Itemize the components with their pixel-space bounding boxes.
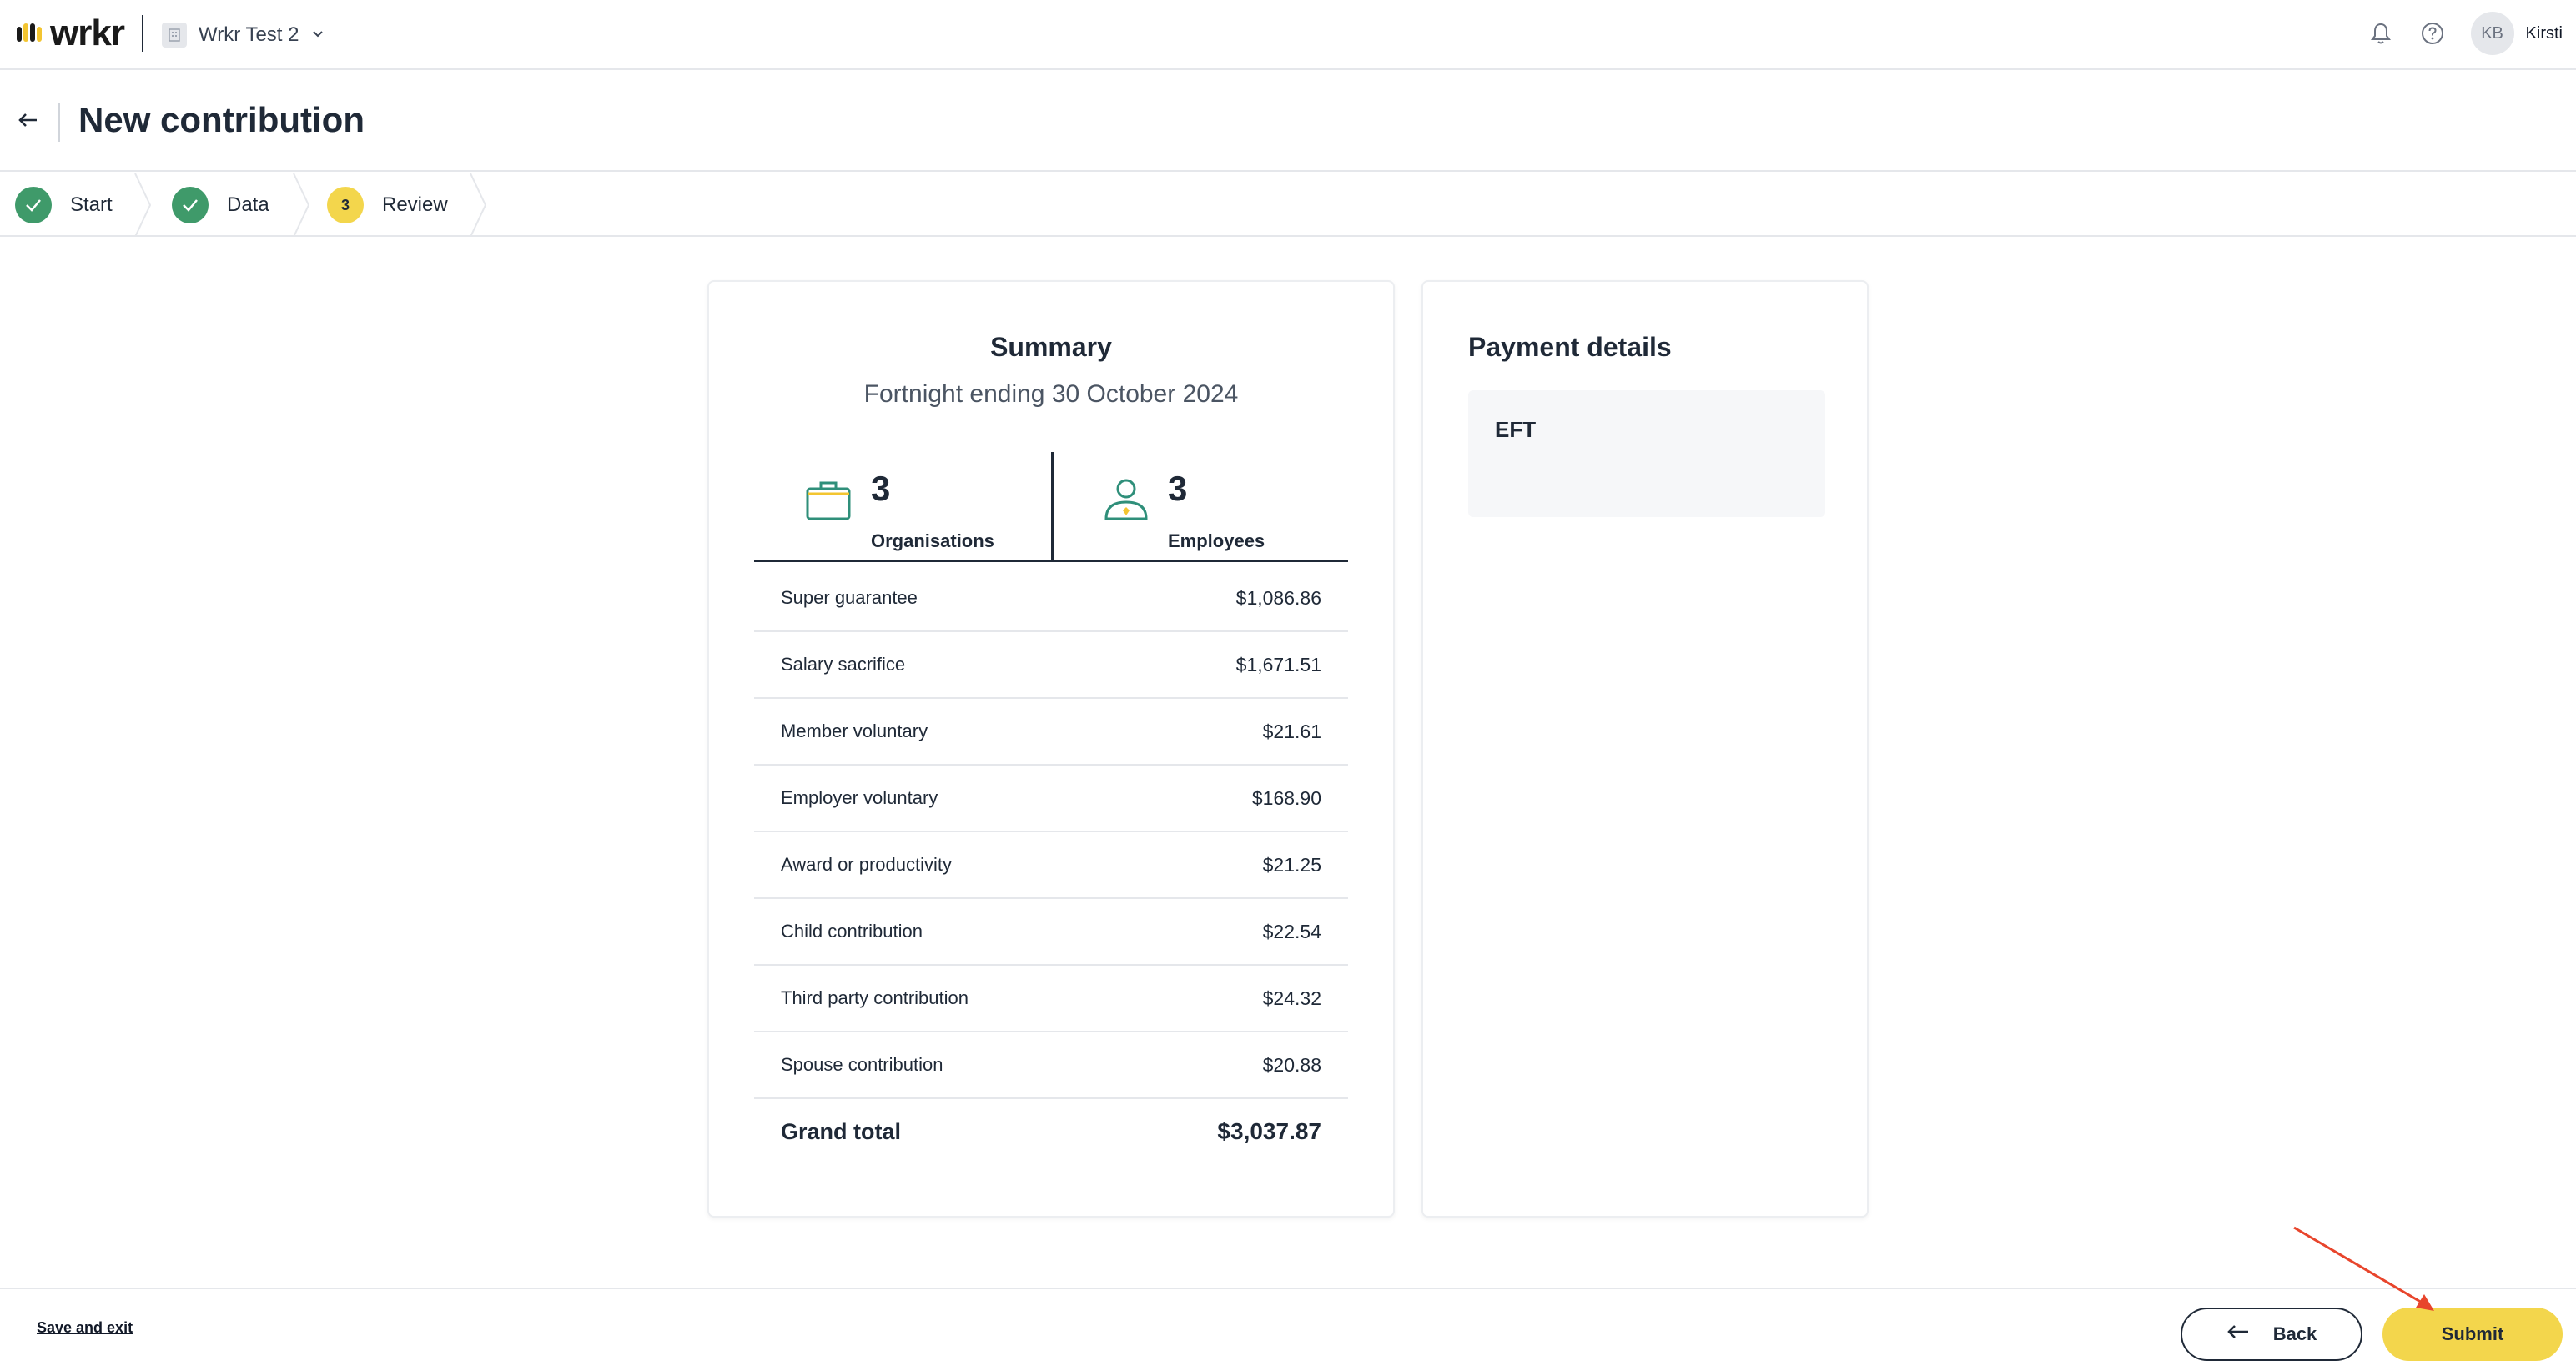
row-label: Award or productivity	[781, 854, 953, 875]
employees-label: Employees	[1168, 530, 1265, 551]
summary-period: Fortnight ending 30 October 2024	[863, 380, 1239, 408]
step-number: 3	[327, 187, 364, 223]
submit-button[interactable]: Submit	[2382, 1308, 2563, 1361]
step-start[interactable]: Start	[15, 173, 113, 237]
back-arrow-icon[interactable]	[15, 107, 42, 133]
row-label: Member voluntary	[781, 721, 928, 741]
check-icon	[172, 187, 209, 223]
organisations-count: 3	[871, 469, 891, 508]
table-row: Spouse contribution $20.88	[754, 1032, 1348, 1099]
workspace-switcher[interactable]: Wrkr Test 2	[162, 18, 325, 52]
row-amount: $21.25	[1262, 853, 1321, 876]
row-amount: $20.88	[1262, 1053, 1321, 1076]
row-label: Super guarantee	[781, 587, 918, 608]
top-bar: wrkr Wrkr Test 2 KB Kirsti	[0, 0, 2576, 70]
logo-text: wrkr	[50, 13, 125, 53]
table-row: Member voluntary $21.61	[754, 699, 1348, 766]
chevron-down-icon	[310, 26, 325, 45]
grand-total-row: Grand total $3,037.87	[754, 1099, 1348, 1164]
stepper: Start Data 3 Review	[0, 173, 2576, 237]
back-button-label: Back	[2272, 1323, 2317, 1344]
grand-total-label: Grand total	[781, 1118, 902, 1144]
row-amount: $24.32	[1262, 987, 1321, 1009]
row-amount: $21.61	[1262, 720, 1321, 742]
table-row: Award or productivity $21.25	[754, 832, 1348, 899]
save-and-exit-link[interactable]: Save and exit	[37, 1319, 133, 1337]
step-review[interactable]: 3 Review	[327, 173, 448, 237]
header-divider	[58, 103, 60, 142]
row-amount: $1,086.86	[1235, 586, 1321, 609]
step-separator	[470, 173, 487, 237]
employee-icon	[1101, 475, 1151, 525]
table-row: Super guarantee $1,086.86	[754, 565, 1348, 632]
step-label: Review	[382, 193, 448, 216]
bee-logo-icon	[15, 18, 45, 48]
avatar[interactable]: KB	[2470, 12, 2514, 55]
summary-card: Summary Fortnight ending 30 October 2024…	[707, 280, 1395, 1218]
step-separator	[293, 173, 310, 237]
page-title: New contribution	[78, 100, 365, 139]
table-row: Third party contribution $24.32	[754, 966, 1348, 1032]
summary-title: Summary	[990, 332, 1112, 362]
organisations-label: Organisations	[871, 530, 994, 551]
row-amount: $168.90	[1251, 786, 1321, 809]
step-data[interactable]: Data	[172, 173, 269, 237]
payment-method-box: EFT	[1468, 390, 1825, 517]
table-row: Salary sacrifice $1,671.51	[754, 632, 1348, 699]
summary-stats: 3 Organisations 3 Employees	[754, 452, 1348, 562]
wrkr-logo[interactable]: wrkr	[15, 13, 125, 53]
payment-title: Payment details	[1468, 332, 1672, 362]
row-amount: $22.54	[1262, 920, 1321, 942]
back-button[interactable]: Back	[2181, 1308, 2362, 1361]
row-amount: $1,671.51	[1235, 653, 1321, 675]
check-icon	[15, 187, 52, 223]
table-row: Child contribution $22.54	[754, 899, 1348, 966]
row-label: Salary sacrifice	[781, 654, 906, 675]
submit-button-label: Submit	[2441, 1323, 2504, 1344]
topbar-actions: KB Kirsti	[2367, 10, 2563, 57]
stats-divider	[1051, 452, 1054, 562]
table-row: Employer voluntary $168.90	[754, 766, 1348, 832]
contribution-breakdown: Super guarantee $1,086.86 Salary sacrific…	[754, 565, 1348, 1164]
bell-icon[interactable]	[2367, 20, 2394, 47]
arrow-left-icon	[2226, 1323, 2250, 1345]
row-label: Child contribution	[781, 921, 923, 942]
row-label: Spouse contribution	[781, 1054, 943, 1075]
row-label: Third party contribution	[781, 987, 969, 1008]
step-label: Data	[227, 193, 269, 216]
step-label: Start	[70, 193, 113, 216]
payment-details-card: Payment details EFT	[1421, 280, 1869, 1218]
workspace-name: Wrkr Test 2	[199, 23, 299, 46]
footer-bar: Save and exit Back Submit	[0, 1288, 2576, 1366]
step-separator	[134, 173, 152, 237]
topbar-divider	[142, 15, 143, 52]
page-header: New contribution	[0, 72, 2576, 172]
briefcase-icon	[804, 475, 854, 525]
user-name[interactable]: Kirsti	[2526, 24, 2563, 43]
employees-count: 3	[1168, 469, 1188, 508]
building-icon	[162, 23, 187, 48]
payment-method: EFT	[1495, 417, 1537, 442]
row-label: Employer voluntary	[781, 787, 938, 808]
help-icon[interactable]	[2419, 20, 2446, 47]
grand-total-amount: $3,037.87	[1217, 1118, 1321, 1144]
